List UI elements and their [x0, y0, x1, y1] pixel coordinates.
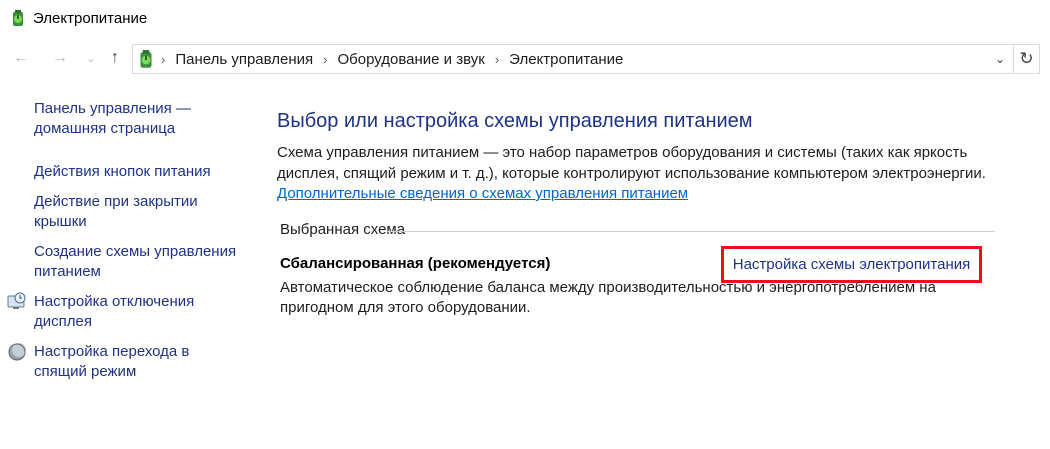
section-label: Выбранная схема: [280, 221, 406, 238]
back-button[interactable]: ←: [10, 48, 32, 68]
description-line: дисплея, спящий режим и т. д.), которые …: [277, 165, 986, 182]
sidebar-item-power-buttons[interactable]: Действия кнопок питания: [34, 162, 254, 182]
plan-description: Автоматическое соблюдение баланса между …: [280, 278, 980, 318]
description-line: пригодном для этого оборудовании.: [280, 299, 531, 316]
address-dropdown-button[interactable]: ⌄: [987, 45, 1013, 73]
breadcrumb: › Панель управления › Оборудование и зву…: [161, 45, 623, 73]
description-line: Схема управления питанием — это набор па…: [277, 144, 968, 161]
breadcrumb-item-hardware-sound[interactable]: Оборудование и звук: [338, 51, 485, 68]
recent-locations-button[interactable]: ⌄: [80, 48, 102, 68]
chevron-right-icon[interactable]: ›: [323, 52, 327, 67]
power-options-icon: [13, 10, 23, 26]
address-bar[interactable]: › Панель управления › Оборудование и зву…: [132, 44, 1014, 74]
sidebar-item-label: дисплея: [34, 313, 92, 330]
chevron-right-icon[interactable]: ›: [161, 52, 165, 67]
chevron-down-icon: ⌄: [86, 52, 96, 65]
sidebar-item-create-plan[interactable]: Создание схемы управления питанием: [34, 242, 254, 282]
power-options-icon: [140, 50, 152, 68]
description-line: Автоматическое соблюдение баланса между …: [280, 279, 936, 296]
title-bar: Электропитание: [0, 0, 1050, 38]
page-description: Схема управления питанием — это набор па…: [277, 142, 1007, 184]
sidebar-item-label: Действия кнопок питания: [34, 163, 211, 180]
more-info-link[interactable]: Дополнительные сведения о схемах управле…: [277, 184, 688, 204]
page-title: Выбор или настройка схемы управления пит…: [277, 110, 753, 132]
sidebar-item-label: Настройка перехода в: [34, 343, 190, 360]
arrow-right-icon: →: [52, 49, 68, 66]
window-title: Электропитание: [33, 10, 148, 27]
breadcrumb-item-power-options[interactable]: Электропитание: [509, 51, 623, 68]
arrow-left-icon: ←: [13, 49, 29, 66]
sidebar-item-label: питанием: [34, 263, 101, 280]
display-clock-icon: [7, 292, 26, 309]
sidebar-item-label: Панель управления —: [34, 100, 191, 117]
chevron-right-icon[interactable]: ›: [495, 52, 499, 67]
navigation-bar: ← → ⌄ ↑ › Панель управления › Оборудован…: [0, 40, 1050, 76]
moon-icon: [8, 343, 26, 361]
forward-button[interactable]: →: [49, 48, 71, 68]
sidebar-item-sleep[interactable]: Настройка перехода в спящий режим: [34, 342, 254, 382]
plan-name: Сбалансированная (рекомендуется): [280, 255, 551, 272]
refresh-button[interactable]: ↻: [1014, 44, 1040, 74]
refresh-icon: ↻: [1019, 49, 1034, 68]
sidebar-item-display-off[interactable]: Настройка отключения дисплея: [34, 292, 254, 332]
sidebar-item-lid-close[interactable]: Действие при закрытии крышки: [34, 192, 254, 232]
chevron-down-icon: ⌄: [994, 52, 1006, 66]
sidebar-item-home[interactable]: Панель управления — домашняя страница: [34, 99, 254, 139]
sidebar-item-label: Настройка отключения: [34, 293, 195, 310]
sidebar-item-label: крышки: [34, 213, 87, 230]
sidebar-item-label: домашняя страница: [34, 120, 176, 137]
breadcrumb-item-control-panel[interactable]: Панель управления: [175, 51, 313, 68]
sidebar-item-label: Создание схемы управления: [34, 243, 237, 260]
sidebar-item-label: спящий режим: [34, 363, 137, 380]
arrow-up-icon: ↑: [111, 49, 119, 66]
sidebar-item-label: Действие при закрытии: [34, 193, 198, 210]
up-button[interactable]: ↑: [104, 48, 126, 68]
section-divider: [387, 231, 995, 232]
